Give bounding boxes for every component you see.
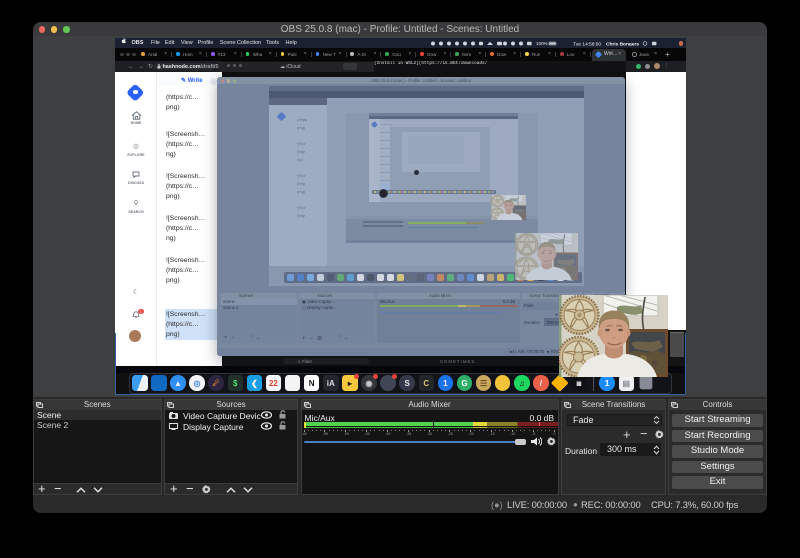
svg-text:100%: 100% <box>536 41 548 46</box>
svg-text:Tue 14:58:50: Tue 14:58:50 <box>573 41 601 46</box>
svg-text:Chris Bongers: Chris Bongers <box>606 41 639 46</box>
